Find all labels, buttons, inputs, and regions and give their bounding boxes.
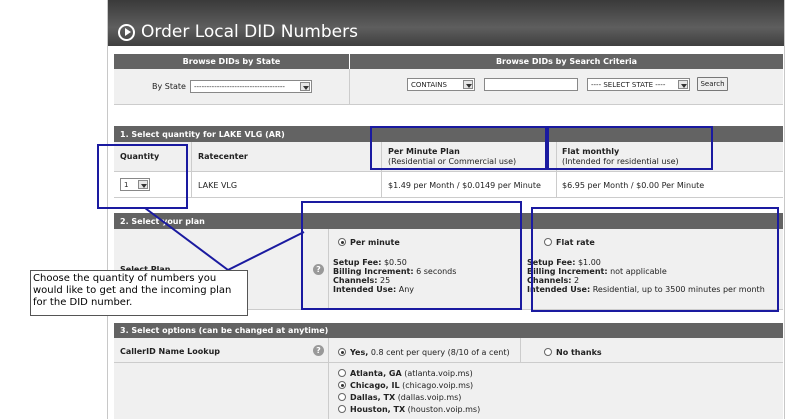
callout-line-plan — [227, 231, 305, 271]
callout-lines — [144, 207, 305, 271]
callout-line-quantity — [144, 207, 229, 271]
callout-note: Choose the quantity of numbers you would… — [30, 270, 248, 316]
